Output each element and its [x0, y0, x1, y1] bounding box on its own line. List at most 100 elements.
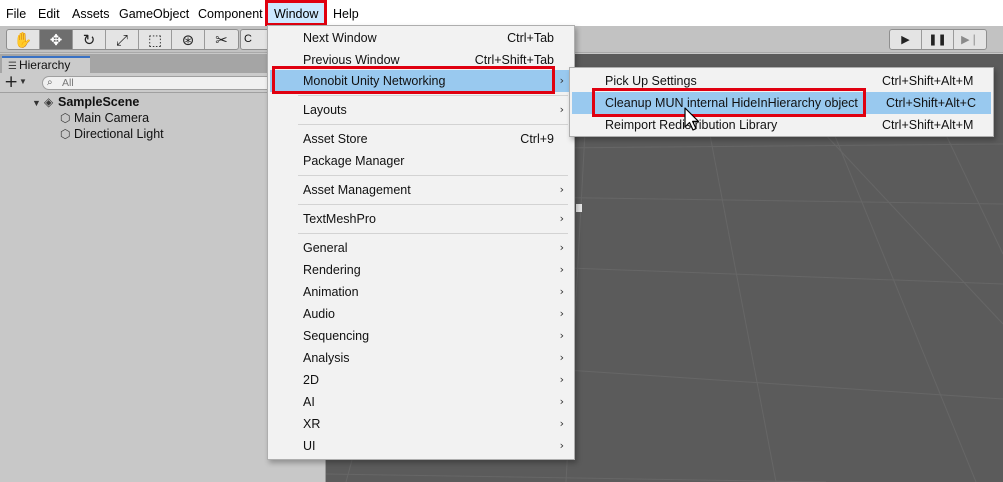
- submenu-item-reimport-library[interactable]: Reimport Redistribution Library Ctrl+Shi…: [572, 114, 991, 136]
- menu-gameobject[interactable]: GameObject: [113, 0, 195, 26]
- menu-item-shortcut: Ctrl+Tab: [507, 31, 554, 45]
- custom-tool-icon[interactable]: ✂: [205, 30, 238, 49]
- mouse-cursor-icon: [684, 107, 700, 131]
- search-icon: ⌕: [47, 77, 53, 88]
- menu-item-analysis[interactable]: Analysis ›: [270, 347, 572, 369]
- pause-icon[interactable]: ❚❚: [922, 30, 954, 49]
- menu-separator: [298, 175, 568, 176]
- menu-item-label: Monobit Unity Networking: [303, 74, 446, 88]
- menu-item-label: Cleanup MUN internal HideInHierarchy obj…: [605, 96, 858, 110]
- menu-item-2d[interactable]: 2D ›: [270, 369, 572, 391]
- expand-arrow-icon[interactable]: ▼: [32, 95, 44, 111]
- menu-item-label: XR: [303, 417, 321, 431]
- chevron-right-icon: ›: [559, 373, 564, 386]
- menu-item-asset-store[interactable]: Asset Store Ctrl+9: [270, 128, 572, 150]
- menu-item-shortcut: Ctrl+9: [520, 132, 554, 146]
- menu-item-label: TextMeshPro: [303, 212, 376, 226]
- menu-separator: [298, 124, 568, 125]
- menu-item-label: Previous Window: [303, 53, 400, 67]
- menu-item-label: General: [303, 241, 348, 255]
- chevron-right-icon: ›: [559, 103, 564, 116]
- chevron-right-icon: ›: [559, 212, 564, 225]
- add-object-button[interactable]: +: [4, 73, 18, 92]
- unity-scene-icon: ◈: [44, 95, 54, 109]
- menu-assets[interactable]: Assets: [66, 0, 116, 26]
- submenu-item-cleanup-mun[interactable]: Cleanup MUN internal HideInHierarchy obj…: [572, 92, 991, 114]
- camera-gizmo-icon[interactable]: [576, 204, 582, 212]
- menu-item-ai[interactable]: AI ›: [270, 391, 572, 413]
- menu-item-label: Analysis: [303, 351, 350, 365]
- chevron-right-icon: ›: [559, 439, 564, 452]
- play-controls: ▶ ❚❚ ▶❘: [889, 29, 987, 50]
- step-icon[interactable]: ▶❘: [954, 30, 986, 49]
- tab-hierarchy[interactable]: ☰ Hierarchy: [2, 56, 90, 73]
- rect-tool-icon[interactable]: ⬚: [139, 30, 172, 49]
- menu-item-sequencing[interactable]: Sequencing ›: [270, 325, 572, 347]
- chevron-right-icon: ›: [559, 241, 564, 254]
- transform-tools: ✋ ✥ ↻ ⤢ ⬚ ⊛ ✂: [6, 29, 239, 50]
- menu-item-label: Animation: [303, 285, 359, 299]
- hierarchy-item-directional-light[interactable]: ⬡ Directional Light: [60, 126, 164, 142]
- hierarchy-item-main-camera[interactable]: ⬡ Main Camera: [60, 110, 149, 126]
- chevron-right-icon: ›: [559, 74, 564, 87]
- menu-item-label: Package Manager: [303, 154, 405, 168]
- menu-item-audio[interactable]: Audio ›: [270, 303, 572, 325]
- menu-item-label: Next Window: [303, 31, 377, 45]
- chevron-right-icon: ›: [559, 183, 564, 196]
- menu-item-label: Rendering: [303, 263, 361, 277]
- menu-component[interactable]: Component: [192, 0, 269, 26]
- chevron-right-icon: ›: [559, 417, 564, 430]
- menu-item-ui[interactable]: UI ›: [270, 435, 572, 457]
- menu-item-textmeshpro[interactable]: TextMeshPro ›: [270, 208, 572, 230]
- menu-item-package-manager[interactable]: Package Manager: [270, 150, 572, 172]
- menu-item-monobit-unity-networking[interactable]: Monobit Unity Networking ›: [270, 70, 572, 92]
- menu-window[interactable]: Window: [265, 0, 327, 26]
- menu-item-shortcut: Ctrl+Shift+Alt+M: [882, 118, 974, 132]
- menu-help[interactable]: Help: [327, 0, 365, 26]
- rotate-tool-icon[interactable]: ↻: [73, 30, 106, 49]
- menu-item-xr[interactable]: XR ›: [270, 413, 572, 435]
- menu-file[interactable]: File: [0, 0, 32, 26]
- menu-item-label: UI: [303, 439, 316, 453]
- transform-tool-icon[interactable]: ⊛: [172, 30, 205, 49]
- chevron-right-icon: ›: [559, 351, 564, 364]
- chevron-right-icon: ›: [559, 285, 564, 298]
- submenu-item-pick-up-settings[interactable]: Pick Up Settings Ctrl+Shift+Alt+M: [572, 70, 991, 92]
- chevron-right-icon: ›: [559, 329, 564, 342]
- menu-bar: File Edit Assets GameObject Component Wi…: [0, 0, 1003, 26]
- scene-name: SampleScene: [58, 95, 140, 109]
- chevron-right-icon: ›: [559, 307, 564, 320]
- menu-item-shortcut: Ctrl+Shift+Tab: [474, 53, 554, 67]
- menu-item-label: Asset Store: [303, 132, 368, 146]
- chevron-right-icon: ›: [559, 395, 564, 408]
- tab-hierarchy-label: Hierarchy: [18, 58, 71, 72]
- menu-item-rendering[interactable]: Rendering ›: [270, 259, 572, 281]
- menu-item-animation[interactable]: Animation ›: [270, 281, 572, 303]
- menu-separator: [298, 233, 568, 234]
- pivot-toggle-button[interactable]: C: [240, 29, 270, 50]
- move-tool-icon[interactable]: ✥: [40, 30, 73, 49]
- menu-item-general[interactable]: General ›: [270, 237, 572, 259]
- menu-item-previous-window[interactable]: Previous Window Ctrl+Shift+Tab: [270, 49, 572, 71]
- menu-item-layouts[interactable]: Layouts ›: [270, 99, 572, 121]
- menu-item-next-window[interactable]: Next Window Ctrl+Tab: [270, 27, 572, 49]
- gameobject-icon: ⬡: [60, 111, 71, 125]
- networking-submenu: Pick Up Settings Ctrl+Shift+Alt+M Cleanu…: [569, 67, 994, 137]
- menu-item-label: AI: [303, 395, 315, 409]
- list-icon: ☰: [8, 61, 17, 72]
- menu-item-label: Sequencing: [303, 329, 370, 343]
- hand-tool-icon[interactable]: ✋: [7, 30, 40, 49]
- scene-root-row[interactable]: ▼ ◈ SampleScene: [32, 94, 139, 110]
- menu-separator: [298, 204, 568, 205]
- menu-edit[interactable]: Edit: [32, 0, 66, 26]
- chevron-right-icon: ›: [559, 263, 564, 276]
- menu-item-asset-management[interactable]: Asset Management ›: [270, 179, 572, 201]
- menu-item-label: 2D: [303, 373, 319, 387]
- chevron-down-icon[interactable]: ▼: [19, 77, 27, 86]
- menu-item-label: Pick Up Settings: [605, 74, 697, 88]
- window-dropdown-menu: Next Window Ctrl+Tab Previous Window Ctr…: [267, 25, 575, 460]
- scale-tool-icon[interactable]: ⤢: [106, 30, 139, 49]
- menu-item-label: Asset Management: [303, 183, 411, 197]
- play-icon[interactable]: ▶: [890, 30, 922, 49]
- menu-item-shortcut: Ctrl+Shift+Alt+M: [882, 74, 974, 88]
